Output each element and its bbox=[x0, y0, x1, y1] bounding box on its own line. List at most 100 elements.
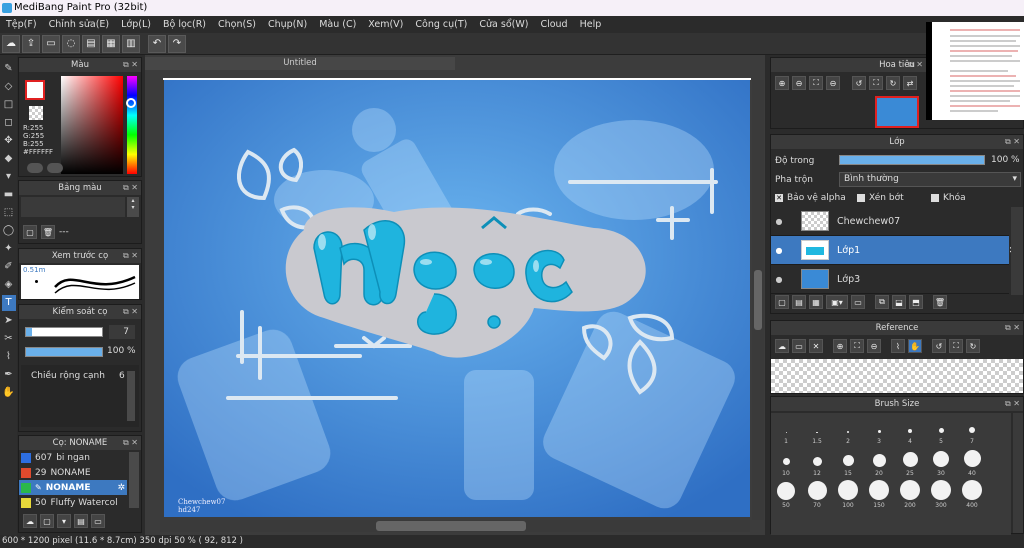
select-tool-icon[interactable]: ⬚ bbox=[2, 205, 16, 221]
hue-handle[interactable] bbox=[126, 98, 136, 108]
menu-cloud[interactable]: Cloud bbox=[534, 19, 573, 30]
expand-icon[interactable]: ⧉ ✕ bbox=[1005, 397, 1020, 411]
brush-size-cell[interactable]: 200 bbox=[899, 479, 921, 509]
canvas-horizontal-scrollbar[interactable] bbox=[160, 520, 750, 532]
reference-view[interactable] bbox=[771, 359, 1023, 393]
open-reference-icon[interactable]: ▭ bbox=[792, 339, 806, 353]
brush-size-slider[interactable] bbox=[25, 327, 103, 337]
zoom-out-icon[interactable]: ⊖ bbox=[792, 76, 806, 90]
brush-item-selected[interactable]: ✎ NONAME ✲ bbox=[19, 480, 127, 495]
brush-item[interactable]: 29 NONAME bbox=[19, 465, 127, 480]
dropper-tool-icon[interactable]: ✒ bbox=[2, 367, 16, 383]
brush-size-cell[interactable]: 2 bbox=[837, 415, 859, 445]
merge-layer-icon[interactable]: ⬓ bbox=[892, 295, 906, 309]
layer-row[interactable]: ● Chewchew07 bbox=[771, 207, 1009, 236]
zoom-out-icon[interactable]: ⊖ bbox=[867, 339, 881, 353]
visibility-icon[interactable]: ● bbox=[771, 275, 787, 284]
menu-layer[interactable]: Lớp(L) bbox=[115, 19, 157, 30]
layer-row[interactable]: ● Lớp3 bbox=[771, 265, 1009, 294]
layer-opacity-slider[interactable] bbox=[839, 155, 985, 165]
expand-icon[interactable]: ⧉ ✕ bbox=[908, 58, 923, 72]
transparent-swatch[interactable] bbox=[29, 106, 43, 120]
lock-checkbox[interactable]: Khóa bbox=[931, 193, 966, 203]
canvas-vertical-scrollbar[interactable] bbox=[752, 80, 764, 520]
edge-width-value[interactable]: 6 bbox=[119, 371, 125, 381]
rotate-right-icon[interactable]: ↻ bbox=[966, 339, 980, 353]
menu-select[interactable]: Chọn(S) bbox=[212, 19, 262, 30]
brush-settings-scrollbar[interactable] bbox=[127, 371, 135, 421]
new-palette-icon[interactable]: ▢ bbox=[23, 225, 37, 239]
redo-icon[interactable]: ↷ bbox=[168, 34, 186, 53]
navigator-thumbnail[interactable] bbox=[875, 96, 919, 128]
rectangle-tool-icon[interactable]: □ bbox=[2, 97, 16, 113]
menu-window[interactable]: Cửa sổ(W) bbox=[473, 19, 534, 30]
menu-edit[interactable]: Chỉnh sửa(E) bbox=[43, 19, 116, 30]
expand-icon[interactable]: ⧉ ✕ bbox=[123, 249, 138, 263]
table-icon[interactable]: ▥ bbox=[122, 34, 140, 53]
brush-size-cell[interactable]: 150 bbox=[868, 479, 890, 509]
menu-tools[interactable]: Công cụ(T) bbox=[409, 19, 473, 30]
brush-properties-icon[interactable]: ▤ bbox=[74, 514, 88, 528]
menu-capture[interactable]: Chụp(N) bbox=[262, 19, 313, 30]
gear-icon[interactable]: ✲ bbox=[117, 483, 127, 493]
menu-color[interactable]: Màu (C) bbox=[313, 19, 362, 30]
grid-icon[interactable]: ▦ bbox=[102, 34, 120, 53]
brush-size-cell[interactable]: 5 bbox=[930, 415, 952, 445]
brush-size-cell[interactable]: 70 bbox=[806, 479, 828, 509]
delete-layer-icon[interactable]: 🗑 bbox=[933, 295, 947, 309]
eyedropper-icon[interactable]: ⌇ bbox=[891, 339, 905, 353]
foreground-swatch[interactable] bbox=[25, 80, 45, 100]
brush-size-cell[interactable]: 300 bbox=[930, 479, 952, 509]
add-brush-icon[interactable]: ▢ bbox=[40, 514, 54, 528]
layer-scrollbar[interactable] bbox=[1011, 207, 1023, 295]
visibility-icon[interactable]: ● bbox=[771, 217, 787, 226]
brush-size-cell[interactable]: 7 bbox=[961, 415, 983, 445]
drawing-canvas[interactable]: Chewchew07 hd247 bbox=[164, 80, 750, 517]
flip-icon[interactable]: ⇄ bbox=[903, 76, 917, 90]
hand-tool-icon[interactable]: ✋ bbox=[2, 385, 16, 401]
chat-icon[interactable]: ▭ bbox=[42, 34, 60, 53]
text-tool-icon[interactable]: T bbox=[1, 295, 16, 311]
brush-size-cell[interactable]: 25 bbox=[899, 447, 921, 477]
eyedrop-color-button[interactable] bbox=[27, 163, 43, 173]
visibility-icon[interactable]: ● bbox=[771, 246, 787, 255]
magic-wand-icon[interactable]: ✦ bbox=[2, 241, 16, 257]
expand-icon[interactable]: ⧉ ✕ bbox=[123, 58, 138, 72]
expand-icon[interactable]: ⧉ ✕ bbox=[1005, 321, 1020, 335]
merge-down-icon[interactable]: ⬒ bbox=[909, 295, 923, 309]
brush-opacity-slider[interactable] bbox=[25, 347, 103, 357]
reset-view-icon[interactable]: ⛶ bbox=[949, 339, 963, 353]
protect-alpha-checkbox[interactable]: ✕ Bảo vệ alpha bbox=[775, 193, 846, 203]
hand-icon[interactable]: ✋ bbox=[908, 339, 922, 353]
pen-tool-icon[interactable]: ✎ bbox=[2, 61, 16, 77]
upload-icon[interactable]: ⇪ bbox=[22, 34, 40, 53]
bucket-tool-icon[interactable]: ▾ bbox=[2, 169, 16, 185]
brush-size-cell[interactable]: 1 bbox=[775, 415, 797, 445]
folder-icon[interactable]: ▭ bbox=[91, 514, 105, 528]
duplicate-layer-icon[interactable]: ⧉ bbox=[875, 295, 889, 309]
zoom-in-icon[interactable]: ⊕ bbox=[833, 339, 847, 353]
new-layer-icon[interactable]: ▢ bbox=[775, 295, 789, 309]
fill-tool-icon[interactable]: ◆ bbox=[2, 151, 16, 167]
zoom-in-icon[interactable]: ⊕ bbox=[775, 76, 789, 90]
gradient-tool-icon[interactable]: ▬ bbox=[2, 187, 16, 203]
expand-icon[interactable]: ⧉ ✕ bbox=[123, 305, 138, 319]
menu-help[interactable]: Help bbox=[574, 19, 608, 30]
blend-mode-select[interactable]: Bình thường ▾ bbox=[839, 172, 1021, 187]
brush-size-cell[interactable]: 3 bbox=[868, 415, 890, 445]
cloud-open-icon[interactable]: ☁ bbox=[775, 339, 789, 353]
new-raster-layer-icon[interactable]: ▤ bbox=[792, 295, 806, 309]
delete-palette-icon[interactable]: 🗑 bbox=[41, 225, 55, 239]
brush-list-scrollbar[interactable] bbox=[129, 452, 139, 508]
comment-icon[interactable]: ◌ bbox=[62, 34, 80, 53]
brush-size-cell[interactable]: 1.5 bbox=[806, 415, 828, 445]
divide-tool-icon[interactable]: ✂ bbox=[2, 331, 16, 347]
menu-view[interactable]: Xem(V) bbox=[362, 19, 409, 30]
cloud-brush-icon[interactable]: ☁ bbox=[23, 514, 37, 528]
brush-options-icon[interactable]: ▾ bbox=[57, 514, 71, 528]
layer-row-selected[interactable]: ● Lớp1 ✲ bbox=[771, 236, 1019, 265]
brush-size-cell[interactable]: 20 bbox=[868, 447, 890, 477]
brush-size-cell[interactable]: 30 bbox=[930, 447, 952, 477]
undo-icon[interactable]: ↶ bbox=[148, 34, 166, 53]
actual-size-icon[interactable]: ⊖ bbox=[826, 76, 840, 90]
